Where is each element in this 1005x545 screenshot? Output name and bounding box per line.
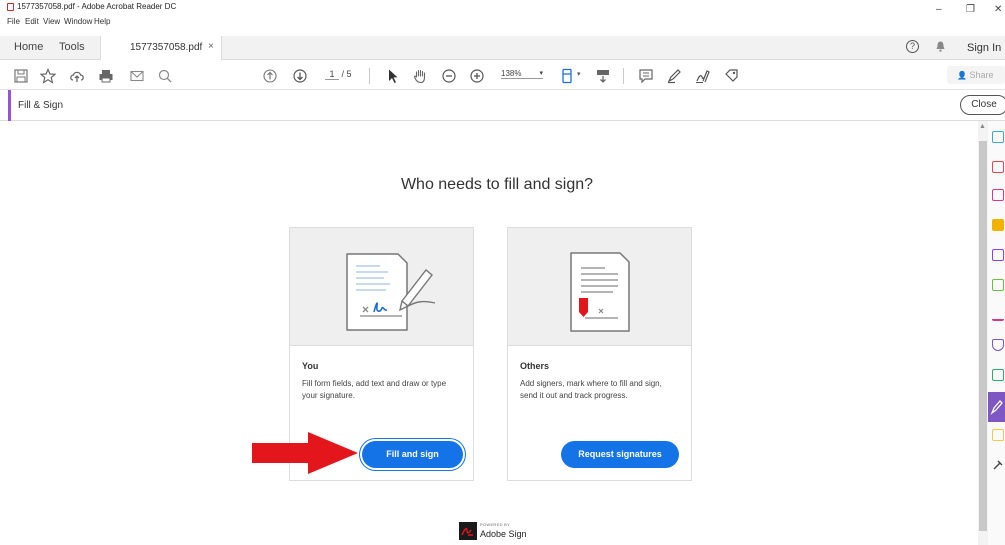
help-icon[interactable]: ? [906, 40, 919, 53]
toolbar-divider [623, 68, 624, 84]
scrolling-mode-icon[interactable] [595, 68, 611, 84]
comment-icon[interactable] [992, 219, 1004, 231]
card-description: Add signers, mark where to fill and sign… [520, 379, 662, 400]
fill-sign-tool-active[interactable] [988, 392, 1005, 422]
email-icon[interactable] [129, 68, 145, 84]
menu-window[interactable]: Window [64, 17, 92, 26]
main-content: Who needs to fill and sign? You Fill for… [0, 121, 978, 545]
adobe-sign-logo-icon [459, 522, 477, 540]
fill-sign-illustration [290, 228, 473, 346]
powered-by-adobe-sign: POWERED BY Adobe Sign [459, 521, 529, 543]
document-request-icon [570, 252, 630, 332]
cloud-upload-icon[interactable] [69, 68, 85, 84]
share-label: Share [969, 70, 994, 80]
previous-page-icon[interactable] [262, 68, 278, 84]
highlight-pen-icon[interactable] [666, 68, 682, 84]
card-title: Others [520, 361, 550, 371]
zoom-in-icon[interactable] [469, 68, 485, 84]
fill-sign-accent [8, 90, 11, 121]
scroll-up-icon[interactable]: ▲ [979, 123, 986, 130]
save-icon[interactable] [13, 68, 29, 84]
next-page-icon[interactable] [292, 68, 308, 84]
protect-icon[interactable] [992, 339, 1004, 351]
sign-icon[interactable] [695, 68, 711, 84]
hand-tool-icon[interactable] [412, 68, 428, 84]
share-button[interactable]: 👤 Share [947, 66, 1005, 84]
page-indicator: 1 / 5 [325, 69, 352, 80]
share-user-icon: 👤 [957, 71, 967, 80]
print-icon[interactable] [98, 68, 114, 84]
close-tab-icon[interactable]: × [208, 41, 214, 52]
toolbar-divider [369, 68, 370, 84]
fill-sign-bar: Fill & Sign Close [0, 90, 1005, 121]
fit-chevron-icon[interactable]: ▾ [577, 70, 581, 78]
stamp-tag-icon[interactable] [724, 68, 740, 84]
tab-tools[interactable]: Tools [59, 41, 85, 53]
zoom-level-select[interactable]: 138% ▾ [501, 69, 543, 79]
chevron-down-icon: ▾ [539, 70, 543, 77]
request-signatures-button[interactable]: Request signatures [561, 441, 679, 468]
menu-bar: File Edit View Window Help [0, 14, 1005, 34]
powered-by-label: POWERED BY [480, 522, 511, 527]
compress-icon[interactable] [992, 369, 1004, 381]
right-tools-panel [988, 121, 1005, 545]
document-tab-label: 1577357058.pdf [130, 42, 203, 53]
page-heading: Who needs to fill and sign? [400, 176, 594, 193]
title-bar: 1577357058.pdf - Adobe Acrobat Reader DC… [0, 0, 1005, 15]
scrollbar-thumb[interactable] [979, 141, 987, 531]
star-icon[interactable] [40, 68, 56, 84]
vertical-scrollbar[interactable]: ▲ [978, 121, 988, 545]
notification-bell-icon[interactable] [936, 41, 945, 52]
menu-help[interactable]: Help [94, 17, 110, 26]
menu-file[interactable]: File [7, 17, 20, 26]
fill-sign-icon [990, 400, 1003, 415]
zoom-level-value: 138% [501, 69, 522, 78]
search-icon[interactable] [157, 68, 173, 84]
request-signatures-illustration [508, 228, 691, 346]
window-title: 1577357058.pdf - Adobe Acrobat Reader DC [17, 2, 177, 11]
document-signature-icon [346, 253, 436, 331]
sign-icon[interactable] [992, 309, 1004, 321]
tab-home[interactable]: Home [14, 41, 43, 53]
menu-edit[interactable]: Edit [25, 17, 39, 26]
combine-files-icon[interactable] [992, 249, 1004, 261]
tab-document[interactable]: 1577357058.pdf × [100, 36, 222, 60]
page-total: / 5 [341, 69, 352, 79]
send-review-icon[interactable] [992, 429, 1004, 441]
select-cursor-icon[interactable] [385, 68, 401, 84]
tab-bar: Home Tools 1577357058.pdf × [0, 36, 1005, 60]
menu-view[interactable]: View [43, 17, 60, 26]
close-button[interactable]: Close [960, 95, 1005, 115]
adobe-sign-label: Adobe Sign [480, 529, 527, 539]
card-title: You [302, 361, 319, 371]
card-description: Fill form fields, add text and draw or t… [302, 379, 447, 400]
edit-pdf-icon[interactable] [992, 279, 1004, 291]
pdf-file-icon [7, 3, 14, 11]
red-arrow-icon [252, 432, 358, 474]
page-number-input[interactable]: 1 [325, 69, 339, 80]
create-pdf-icon[interactable] [992, 161, 1004, 173]
organize-pages-icon[interactable] [992, 189, 1004, 201]
zoom-out-icon[interactable] [441, 68, 457, 84]
sign-in-link[interactable]: Sign In [967, 42, 1001, 54]
comment-icon[interactable] [638, 68, 654, 84]
fill-sign-title: Fill & Sign [18, 100, 64, 111]
toolbar: 1 / 5 138% ▾ ▾ 👤 Share [0, 60, 1005, 90]
card-others[interactable]: Others Add signers, mark where to fill a… [507, 227, 692, 481]
fill-and-sign-button[interactable]: Fill and sign [362, 441, 463, 468]
fit-page-icon[interactable] [560, 68, 576, 84]
more-tools-icon[interactable] [992, 459, 1004, 471]
export-pdf-icon[interactable] [992, 131, 1004, 143]
